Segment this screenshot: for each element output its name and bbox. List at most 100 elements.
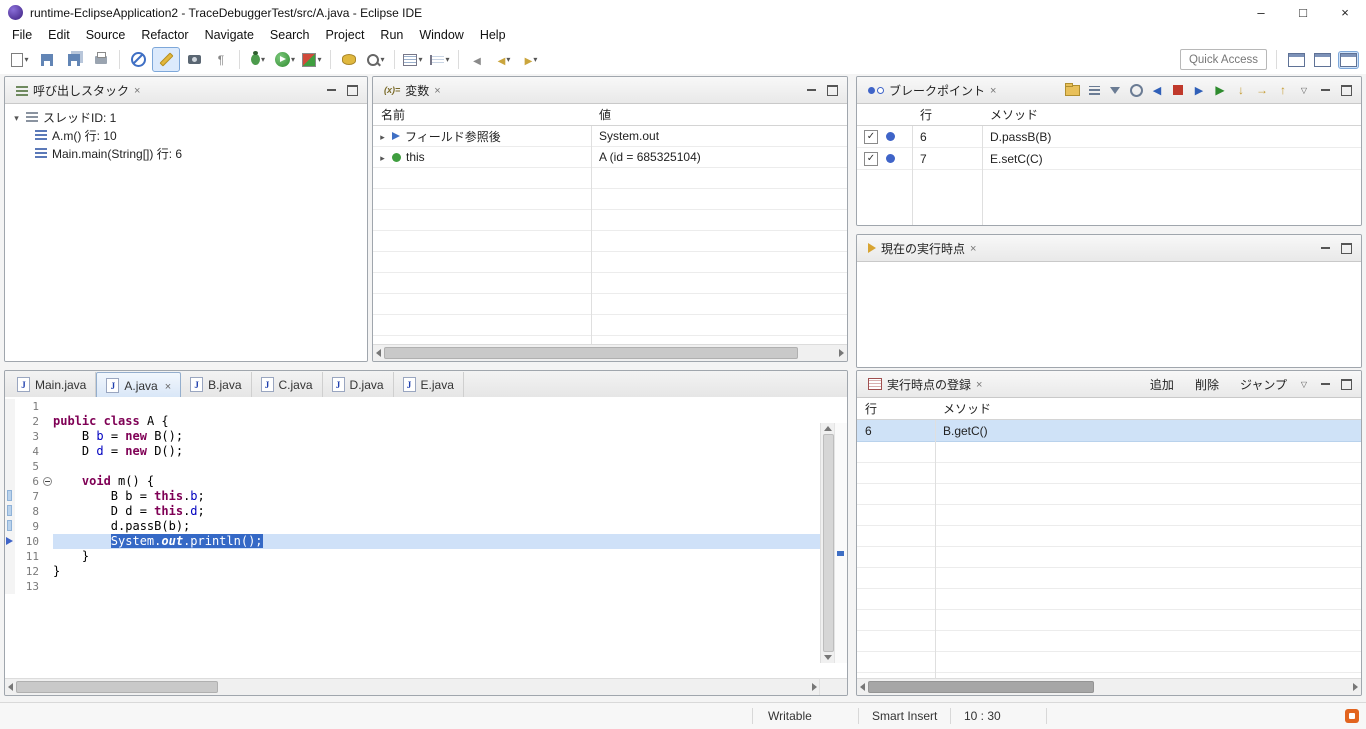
stack-frame[interactable]: A.m() 行: 10 [5,126,367,144]
code-line[interactable]: 2public class A { [5,414,820,429]
code-line[interactable]: 3 B b = new B(); [5,429,820,444]
java-perspective-button[interactable] [1312,51,1333,69]
notification-icon[interactable] [1345,709,1359,723]
menu-search[interactable]: Search [262,26,318,44]
scroll-up-arrow-icon[interactable] [824,426,832,431]
maximize-button[interactable]: □ [1282,0,1324,25]
thread-row[interactable]: スレッドID: 1 [5,108,367,126]
code-line[interactable]: 1 [5,399,820,414]
quick-access-button[interactable]: Quick Access [1180,49,1267,70]
maximize-view-button[interactable] [345,81,359,99]
fold-collapse-icon[interactable] [43,477,52,486]
print-button[interactable] [88,48,114,71]
code-line[interactable]: 8 D d = this.d; [5,504,820,519]
call-stack-view-tab[interactable]: 呼び出しスタック [10,77,146,103]
code-line[interactable]: 12} [5,564,820,579]
editor-horizontal-scrollbar[interactable] [5,678,820,695]
breakpoint-row[interactable]: 6D.passB(B) [857,126,1361,148]
code-line[interactable]: 5 [5,459,820,474]
editor-tab-d-java[interactable]: D.java [323,372,394,397]
scroll-left-arrow-icon[interactable] [376,349,381,357]
variable-row[interactable]: フィールド参照後System.out [373,126,847,147]
code-line[interactable]: 4 D d = new D(); [5,444,820,459]
forward-button[interactable] [518,48,544,71]
debug-button[interactable] [245,48,271,71]
code-line[interactable]: 6 void m() { [5,474,820,489]
minimize-view-button[interactable] [324,81,338,99]
variables-horizontal-scrollbar[interactable] [373,344,847,361]
editor-tab-b-java[interactable]: B.java [181,372,251,397]
editor-tab-c-java[interactable]: C.java [252,372,323,397]
minimize-view-button[interactable] [1318,239,1332,257]
scroll-left-arrow-icon[interactable] [860,683,865,691]
column-divider[interactable] [935,420,936,678]
variables-view-tab[interactable]: (x)= 変数 [378,77,447,103]
minimize-button[interactable]: – [1240,0,1282,25]
delete-button[interactable]: 削除 [1188,376,1226,393]
stack-frame[interactable]: Main.main(String[]) 行: 6 [5,144,367,162]
close-icon[interactable] [134,81,140,99]
import-breakpoints-button[interactable] [1065,81,1080,99]
open-perspective-button[interactable] [1286,51,1307,69]
close-icon[interactable] [976,375,982,393]
maximize-view-button[interactable] [1339,239,1353,257]
jump-button[interactable]: ジャンプ [1233,376,1294,393]
save-button[interactable] [34,48,60,71]
exec-registry-view-tab[interactable]: 実行時点の登録 [862,371,988,397]
column-divider[interactable] [591,126,592,344]
open-tree-view-button[interactable] [427,48,453,71]
coverage-button[interactable] [299,48,325,71]
resume-button[interactable] [1213,81,1227,99]
column-divider[interactable] [912,126,913,225]
maximize-view-button[interactable] [1339,81,1353,99]
code-line[interactable]: 10 System.out.println(); [5,534,820,549]
column-divider[interactable] [982,126,983,225]
link-with-editor-button[interactable] [1129,81,1143,99]
editor-vertical-scrollbar[interactable] [820,423,835,663]
menu-help[interactable]: Help [472,26,514,44]
view-menu-button[interactable] [1297,375,1311,393]
editor-tab-a-java[interactable]: A.java [96,372,181,398]
search-button[interactable] [363,48,389,71]
current-line-marker[interactable] [837,551,844,556]
maximize-view-button[interactable] [1339,375,1353,393]
close-icon[interactable] [970,239,976,257]
snapshot-button[interactable] [181,48,207,71]
minimize-view-button[interactable] [1318,375,1332,393]
scrollbar-thumb[interactable] [384,347,798,359]
step-over-button[interactable] [1255,81,1269,99]
menu-project[interactable]: Project [318,26,373,44]
close-icon[interactable] [165,379,171,393]
editor-tab-main-java[interactable]: Main.java [8,372,96,397]
step-into-button[interactable] [1234,81,1248,99]
code-line[interactable]: 9 d.passB(b); [5,519,820,534]
skip-breakpoints-button[interactable] [125,48,151,71]
code-line[interactable]: 13 [5,579,820,594]
add-button[interactable]: 追加 [1143,376,1181,393]
minimize-view-button[interactable] [804,81,818,99]
exec-registry-horizontal-scrollbar[interactable] [857,678,1361,695]
terminate-button[interactable] [1171,81,1185,99]
overview-ruler[interactable] [834,423,847,663]
minimize-view-button[interactable] [1318,81,1332,99]
current-exec-view-tab[interactable]: 現在の実行時点 [862,235,982,261]
menu-navigate[interactable]: Navigate [197,26,262,44]
open-table-view-button[interactable] [400,48,426,71]
scroll-right-arrow-icon[interactable] [812,683,817,691]
scrollbar-thumb[interactable] [868,681,1094,693]
scrollbar-thumb[interactable] [16,681,218,693]
scroll-right-arrow-icon[interactable] [1353,683,1358,691]
variable-row[interactable]: thisA (id = 685325104) [373,147,847,168]
run-button[interactable] [272,48,298,71]
scroll-right-arrow-icon[interactable] [839,349,844,357]
highlight-trace-button[interactable] [152,47,180,72]
scrollbar-thumb[interactable] [823,434,834,652]
scroll-down-arrow-icon[interactable] [824,655,832,660]
collapse-arrow-icon[interactable] [12,110,21,124]
breakpoint-checkbox[interactable] [864,152,878,166]
scroll-left-arrow-icon[interactable] [8,683,13,691]
code-line[interactable]: 7 B b = this.b; [5,489,820,504]
close-icon[interactable] [990,81,996,99]
code-line[interactable]: 11 } [5,549,820,564]
menu-refactor[interactable]: Refactor [133,26,196,44]
